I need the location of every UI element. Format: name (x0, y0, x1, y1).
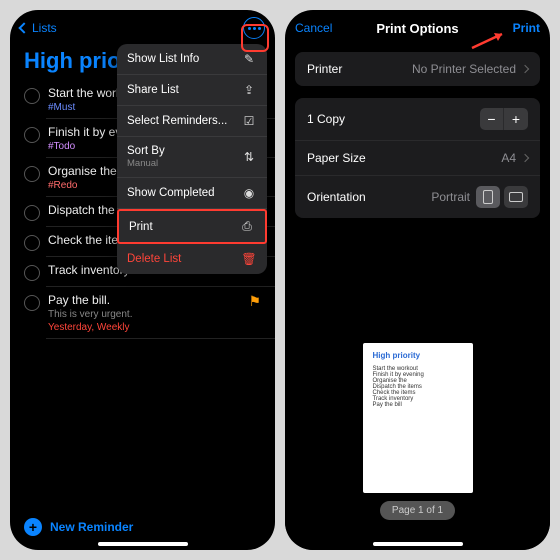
menu-sort-by[interactable]: Sort By Manual ⇅ (117, 137, 267, 178)
page-title: Print Options (376, 21, 458, 36)
preview-title: High priority (373, 351, 463, 360)
row-value: No Printer Selected (412, 62, 516, 76)
nav-bar: Cancel Print Options Print (285, 10, 550, 46)
landscape-button[interactable] (504, 186, 528, 208)
flag-icon: ⚑ (248, 293, 261, 310)
plus-icon: + (24, 518, 42, 536)
print-options-screen: Cancel Print Options Print Printer No Pr… (285, 10, 550, 550)
cancel-button[interactable]: Cancel (295, 21, 332, 35)
chevron-right-icon (521, 65, 529, 73)
page-indicator: Page 1 of 1 (380, 501, 455, 520)
row-value: Portrait (431, 190, 470, 204)
complete-toggle[interactable] (24, 265, 40, 281)
page-preview[interactable]: High priority Start the workoutFinish it… (363, 343, 473, 493)
menu-delete-list[interactable]: Delete List 🗑 (117, 244, 267, 274)
complete-toggle[interactable] (24, 88, 40, 104)
home-indicator (373, 542, 463, 546)
printer-row[interactable]: Printer No Printer Selected (295, 52, 540, 86)
trash-icon: 🗑 (241, 252, 257, 266)
reminder-subtitle: This is very urgent. (48, 309, 240, 320)
back-label: Lists (32, 21, 57, 35)
printer-icon: ⎙ (239, 219, 255, 234)
menu-label: Print (129, 221, 153, 233)
paper-size-row[interactable]: Paper Size A4 (295, 141, 540, 176)
menu-label: Share List (127, 84, 179, 96)
nav-bar: Lists (10, 10, 275, 46)
menu-label: Delete List (127, 253, 181, 265)
complete-toggle[interactable] (24, 127, 40, 143)
menu-show-list-info[interactable]: Show List Info ✎ (117, 44, 267, 75)
chevron-left-icon (18, 22, 29, 33)
complete-toggle[interactable] (24, 295, 40, 311)
new-reminder-label: New Reminder (50, 520, 133, 534)
pencil-icon: ✎ (241, 52, 257, 66)
complete-toggle[interactable] (24, 166, 40, 182)
print-preview-area: High priority Start the workoutFinish it… (285, 224, 550, 550)
menu-share-list[interactable]: Share List ⇪ (117, 75, 267, 106)
print-button[interactable]: Print (513, 21, 540, 35)
complete-toggle[interactable] (24, 205, 40, 221)
menu-label: Select Reminders... (127, 115, 227, 127)
increment-button[interactable]: + (504, 108, 528, 130)
decrement-button[interactable]: − (480, 108, 504, 130)
menu-label: Sort By Manual (127, 145, 165, 169)
menu-show-completed[interactable]: Show Completed ◉ (117, 178, 267, 209)
options-section: 1 Copy − + Paper Size A4 Orientation Por… (295, 98, 540, 218)
reminder-title: Pay the bill. (48, 293, 240, 307)
menu-label: Show Completed (127, 187, 215, 199)
complete-toggle[interactable] (24, 235, 40, 251)
home-indicator (98, 542, 188, 546)
reminder-date: Yesterday, Weekly (48, 322, 240, 333)
more-button[interactable] (243, 17, 265, 39)
context-menu: Show List Info ✎ Share List ⇪ Select Rem… (117, 44, 267, 274)
select-icon: ☑ (241, 114, 257, 128)
row-value: A4 (501, 151, 516, 165)
landscape-icon (509, 192, 523, 202)
share-icon: ⇪ (241, 83, 257, 97)
row-label: Orientation (307, 190, 366, 204)
row-label: 1 Copy (307, 112, 345, 126)
eye-icon: ◉ (241, 186, 257, 200)
menu-print[interactable]: Print ⎙ (117, 209, 267, 244)
back-button[interactable]: Lists (20, 21, 80, 35)
reminder-item[interactable]: Pay the bill. This is very urgent. Yesterd… (10, 287, 275, 339)
printer-section: Printer No Printer Selected (295, 52, 540, 86)
sort-icon: ⇅ (241, 150, 257, 164)
portrait-button[interactable] (476, 186, 500, 208)
orientation-row: Orientation Portrait (295, 176, 540, 218)
menu-label: Show List Info (127, 53, 199, 65)
row-label: Printer (307, 62, 342, 76)
copies-stepper: − + (480, 108, 528, 130)
reminders-screen: Lists High priority Start the workout re… (10, 10, 275, 550)
chevron-right-icon (521, 154, 529, 162)
row-label: Paper Size (307, 151, 366, 165)
preview-line: Pay the bill (373, 402, 463, 408)
copies-row: 1 Copy − + (295, 98, 540, 141)
portrait-icon (483, 190, 493, 204)
menu-select-reminders[interactable]: Select Reminders... ☑ (117, 106, 267, 137)
